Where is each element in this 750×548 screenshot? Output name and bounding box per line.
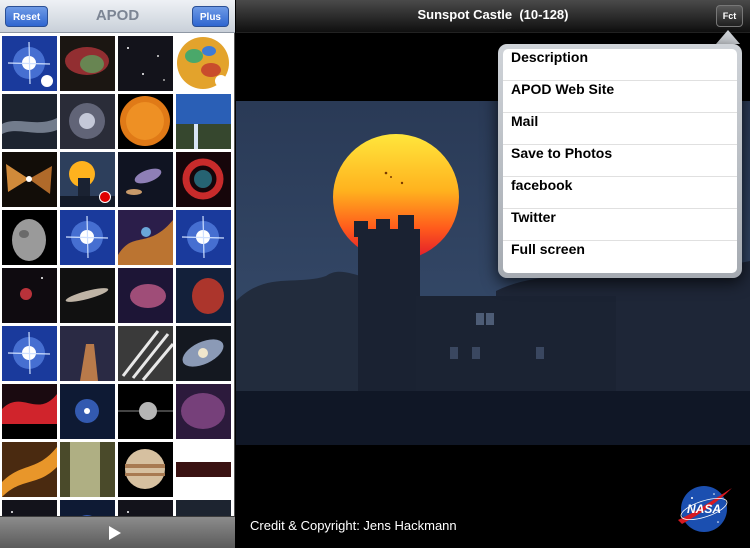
- thumbnail-image: [60, 36, 115, 91]
- thumbnail-sun-disk[interactable]: [118, 94, 173, 149]
- thumbnail-red-aurora-tree[interactable]: [2, 384, 57, 439]
- thumbnail-image: [60, 442, 115, 497]
- thumbnail-image: [176, 500, 231, 516]
- menu-item-description[interactable]: Description: [503, 49, 737, 81]
- thumbnail-waterfall-curtain[interactable]: [60, 442, 115, 497]
- thumbnail-starburst-galaxy[interactable]: [2, 36, 57, 91]
- thumbnail-image: [2, 94, 57, 149]
- thumbnail-image: [2, 268, 57, 323]
- thumbnail-dark-red-strip[interactable]: [176, 442, 231, 497]
- thumbnail-image: [118, 210, 173, 265]
- thumbnail-red-ring-nebula[interactable]: [176, 152, 231, 207]
- thumbnail-dark-starfield[interactable]: [118, 36, 173, 91]
- thumbnail-edge-on-galaxy[interactable]: [60, 268, 115, 323]
- svg-text:NASA: NASA: [687, 502, 721, 516]
- thumbnail-image: [60, 94, 115, 149]
- selected-indicator: [99, 191, 111, 203]
- thumbnail-image: [2, 152, 57, 207]
- popover-arrow: [716, 30, 740, 44]
- status-indicator: [215, 75, 227, 87]
- thumbnail-image: [176, 442, 231, 497]
- menu-item-facebook[interactable]: facebook: [503, 177, 737, 209]
- thumbnail-pink-nebula[interactable]: [118, 268, 173, 323]
- thumbnail-starburst-galaxy-4[interactable]: [2, 326, 57, 381]
- thumbnail-image: [176, 326, 231, 381]
- image-credit: Credit & Copyright: Jens Hackmann: [250, 518, 457, 533]
- thumbnail-image: [176, 384, 231, 439]
- thumbnail-orange-streak-nebula[interactable]: [2, 442, 57, 497]
- thumbnail-partial-row-2[interactable]: [60, 500, 115, 516]
- thumbnail-image: [118, 152, 173, 207]
- thumbnail-panel: Reset APOD Plus: [0, 0, 235, 548]
- thumbnail-partial-row-1[interactable]: [2, 500, 57, 516]
- bottom-toolbar: [0, 516, 235, 548]
- thumbnail-waterfall-landscape[interactable]: [176, 94, 231, 149]
- thumbnail-jupiter[interactable]: [118, 442, 173, 497]
- thumbnail-butterfly-nebula[interactable]: [2, 152, 57, 207]
- thumbnail-spiral-galaxy[interactable]: [176, 326, 231, 381]
- menu-item-twitter[interactable]: Twitter: [503, 209, 737, 241]
- thumbnail-image: [118, 442, 173, 497]
- thumbnail-image: [60, 210, 115, 265]
- left-toolbar: Reset APOD Plus: [0, 0, 235, 33]
- thumbnail-partial-row-3[interactable]: [118, 500, 173, 516]
- functions-popover: Description APOD Web Site Mail Save to P…: [498, 44, 742, 278]
- thumbnail-image: [2, 500, 57, 516]
- thumbnail-sunspot-castle[interactable]: [60, 152, 115, 207]
- nasa-logo[interactable]: NASA: [676, 484, 734, 534]
- thumbnail-image: [118, 384, 173, 439]
- thumbnail-image: [118, 268, 173, 323]
- thumbnail-pillar-nebula[interactable]: [60, 326, 115, 381]
- functions-menu: Description APOD Web Site Mail Save to P…: [503, 49, 737, 273]
- thumbnail-image: [176, 94, 231, 149]
- viewer-toolbar: Sunspot Castle (10-128) Fct: [236, 0, 750, 33]
- thumbnail-image: [118, 94, 173, 149]
- thumbnail-image: [118, 500, 173, 516]
- image-title: Sunspot Castle (10-128): [417, 7, 569, 22]
- thumbnail-purple-nebula[interactable]: [176, 384, 231, 439]
- thumbnail-nebula-red-green[interactable]: [60, 36, 115, 91]
- thumbnail-starburst-galaxy-2[interactable]: [60, 210, 115, 265]
- thumbnail-asteroid[interactable]: [2, 210, 57, 265]
- status-indicator: [41, 75, 53, 87]
- thumbnail-image: [2, 442, 57, 497]
- thumbnail-image: [60, 326, 115, 381]
- thumbnail-red-cloud-nebula[interactable]: [176, 268, 231, 323]
- functions-button[interactable]: Fct: [716, 5, 743, 27]
- menu-item-apod-web-site[interactable]: APOD Web Site: [503, 81, 737, 113]
- thumbnail-moon-orbit-diagram[interactable]: [118, 384, 173, 439]
- thumbnail-milky-way-band[interactable]: [2, 94, 57, 149]
- plus-button[interactable]: Plus: [191, 6, 229, 27]
- thumbnail-grid[interactable]: [2, 34, 233, 516]
- thumbnail-image: [60, 268, 115, 323]
- thumbnail-light-streaks[interactable]: [118, 326, 173, 381]
- thumbnail-lunar-topography-map[interactable]: [176, 36, 231, 91]
- menu-item-mail[interactable]: Mail: [503, 113, 737, 145]
- thumbnail-star-cluster[interactable]: [60, 94, 115, 149]
- thumbnail-image: [2, 210, 57, 265]
- play-icon[interactable]: [108, 525, 122, 541]
- thumbnail-image: [176, 210, 231, 265]
- thumbnail-image: [176, 268, 231, 323]
- thumbnail-blue-nebula-cluster[interactable]: [60, 384, 115, 439]
- thumbnail-image: [2, 326, 57, 381]
- menu-item-full-screen[interactable]: Full screen: [503, 241, 737, 273]
- thumbnail-galaxy-field[interactable]: [118, 152, 173, 207]
- thumbnail-image: [118, 326, 173, 381]
- thumbnail-image: [118, 36, 173, 91]
- thumbnail-orange-nebula[interactable]: [118, 210, 173, 265]
- menu-item-save-to-photos[interactable]: Save to Photos: [503, 145, 737, 177]
- thumbnail-partial-row-4[interactable]: [176, 500, 231, 516]
- thumbnail-image: [176, 152, 231, 207]
- thumbnail-image: [2, 384, 57, 439]
- thumbnail-image: [60, 500, 115, 516]
- thumbnail-small-red-nebula[interactable]: [2, 268, 57, 323]
- thumbnail-starburst-galaxy-3[interactable]: [176, 210, 231, 265]
- thumbnail-image: [60, 384, 115, 439]
